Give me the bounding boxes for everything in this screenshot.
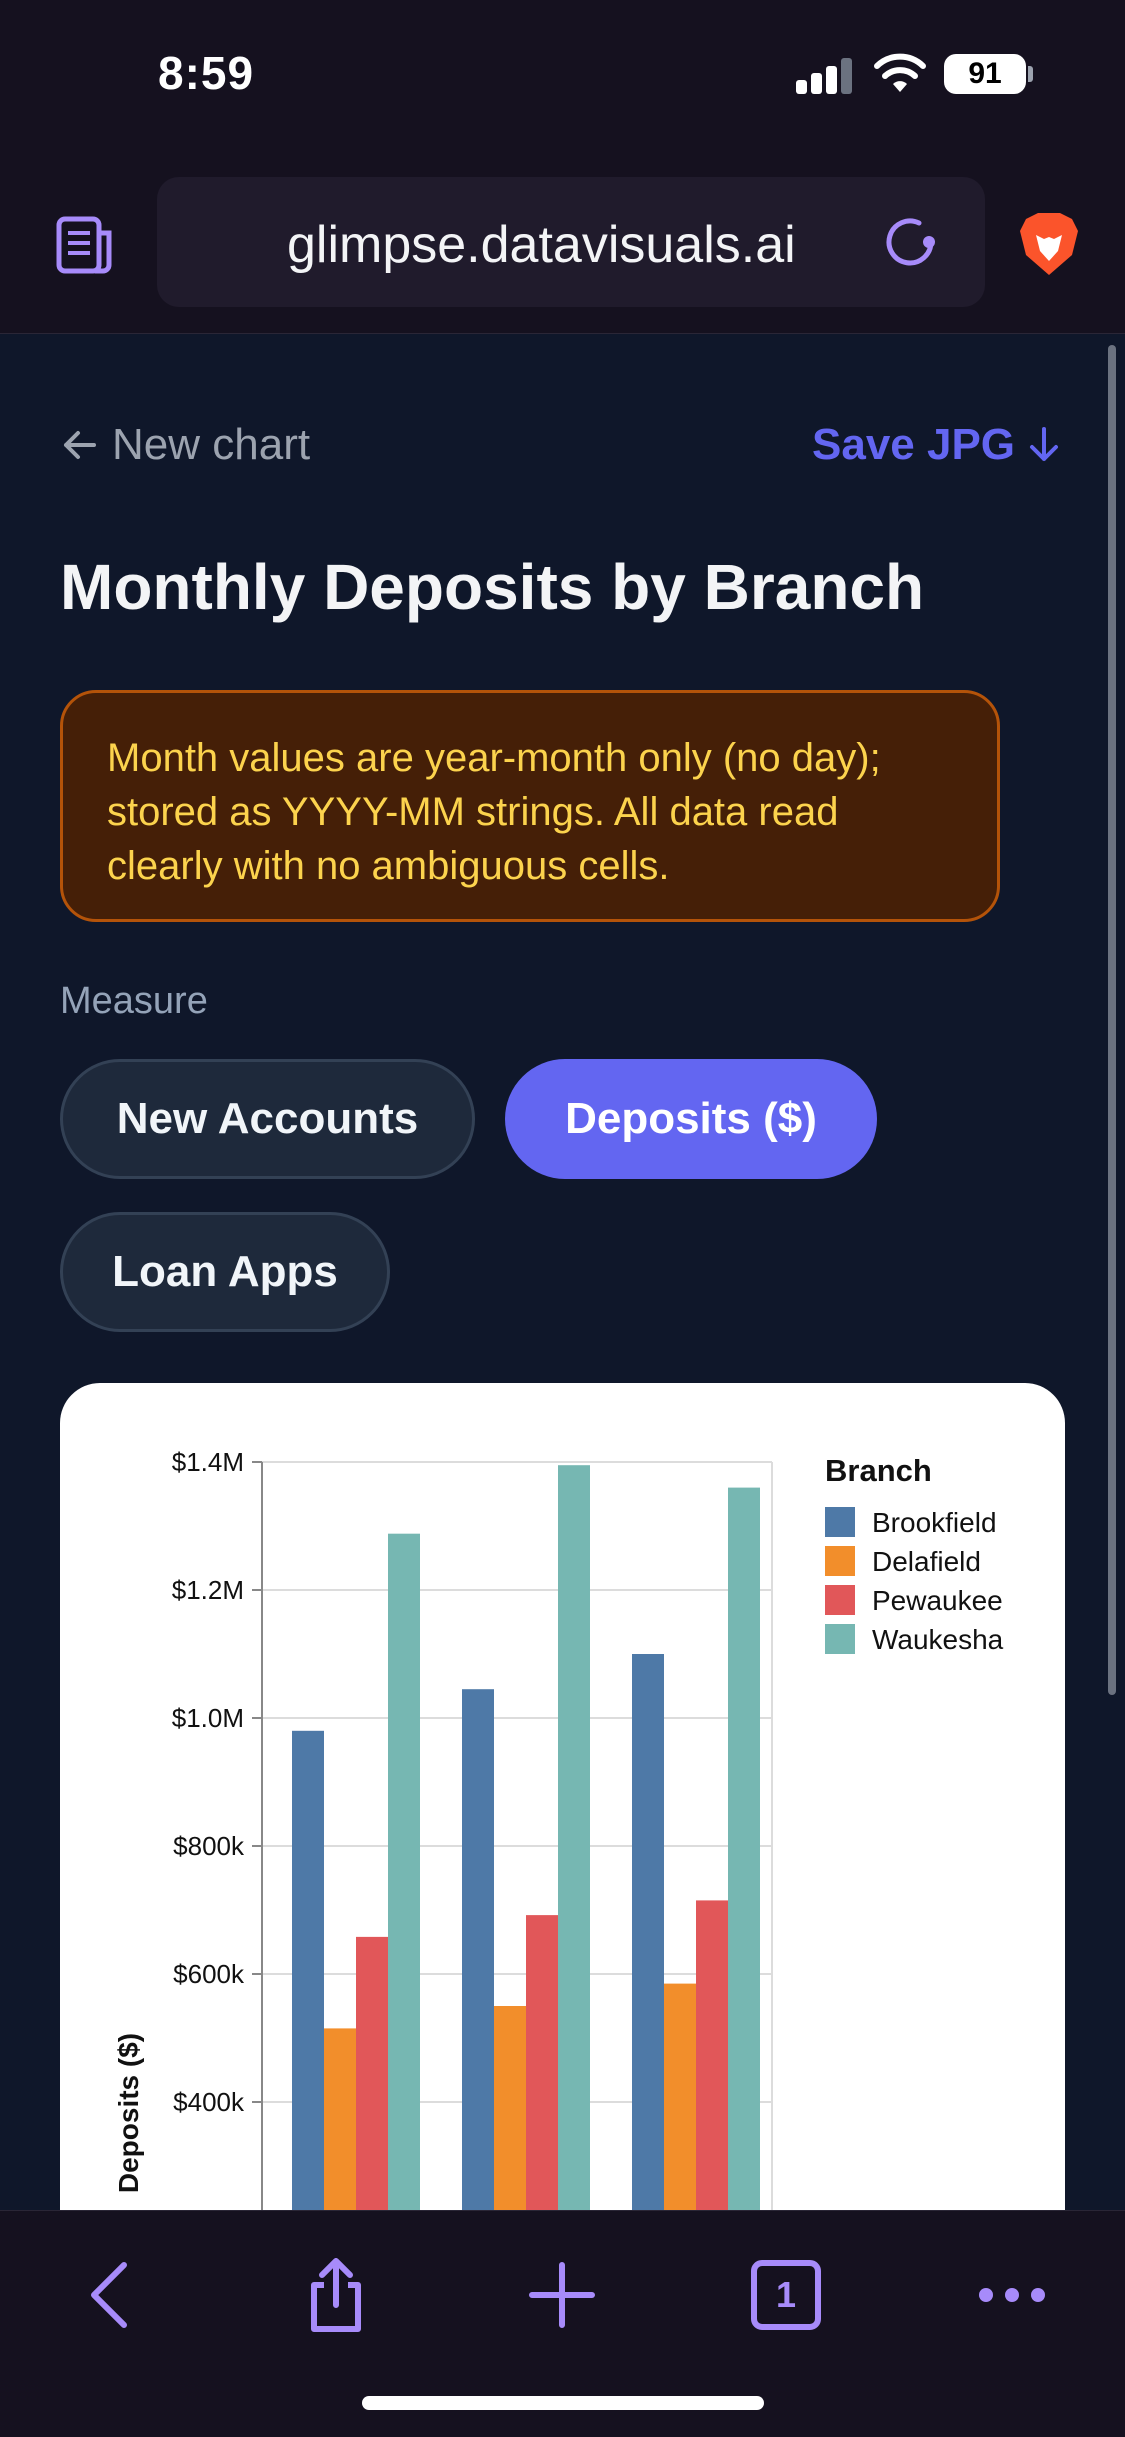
page-scrollbar[interactable] — [1108, 345, 1116, 1695]
legend-label-pewaukee: Pewaukee — [872, 1585, 1003, 1616]
new-chart-link[interactable]: New chart — [60, 420, 310, 470]
browser-top-bar: 8:59 91 glimpse.datavisuals.ai — [0, 0, 1125, 334]
save-jpg-button[interactable]: Save JPG — [812, 420, 1061, 470]
bar-waukesha — [558, 1465, 590, 2283]
bar-brookfield — [632, 1654, 664, 2283]
new-tab-icon[interactable] — [522, 2255, 602, 2335]
reload-icon[interactable] — [879, 211, 941, 273]
bar-brookfield — [292, 1730, 324, 2283]
legend-swatch-pewaukee — [825, 1585, 855, 1615]
legend-swatch-delafield — [825, 1546, 855, 1576]
legend-label-delafield: Delafield — [872, 1546, 981, 1577]
y-tick-label: $600k — [173, 1959, 245, 1989]
share-icon[interactable] — [296, 2255, 376, 2335]
brave-lion-icon[interactable] — [1018, 211, 1080, 277]
deposits-bar-chart: $400k $600k $800k $1.0M $1.2M $1.4M Deposits (… — [113, 1447, 1004, 2283]
y-tick-label: $1.0M — [172, 1703, 244, 1733]
reader-mode-icon[interactable] — [55, 215, 115, 275]
y-tick-label: $1.4M — [172, 1447, 244, 1477]
y-axis-label: Deposits ($) — [113, 2033, 144, 2193]
legend-swatch-waukesha — [825, 1624, 855, 1654]
legend-title: Branch — [825, 1453, 932, 1488]
new-chart-label: New chart — [112, 420, 311, 469]
url-text: glimpse.datavisuals.ai — [287, 216, 796, 274]
save-jpg-label: Save JPG — [812, 420, 1016, 469]
cellular-signal-icon — [796, 58, 854, 94]
bar-brookfield — [462, 1689, 494, 2283]
legend-label-waukesha: Waukesha — [872, 1624, 1004, 1655]
tab-count: 1 — [775, 2274, 797, 2315]
more-icon[interactable] — [972, 2255, 1052, 2335]
chart-card: $400k $600k $800k $1.0M $1.2M $1.4M Deposits (… — [60, 1383, 1065, 2283]
data-note-banner: Month values are year-month only (no day… — [60, 690, 1000, 922]
status-time: 8:59 — [158, 47, 255, 99]
url-bar[interactable]: glimpse.datavisuals.ai — [157, 177, 985, 307]
wifi-icon — [874, 53, 926, 92]
battery-indicator: 91 — [944, 54, 1026, 94]
y-tick-label: $800k — [173, 1831, 245, 1861]
legend-swatch-brookfield — [825, 1507, 855, 1537]
home-indicator — [362, 2396, 764, 2410]
back-icon[interactable] — [72, 2255, 152, 2335]
measure-deposits[interactable]: Deposits ($) — [505, 1059, 877, 1179]
measure-label: Measure — [60, 980, 208, 1022]
measure-loan-apps[interactable]: Loan Apps — [60, 1212, 390, 1332]
measure-new-accounts[interactable]: New Accounts — [60, 1059, 475, 1179]
y-tick-label: $1.2M — [172, 1575, 244, 1605]
arrow-down-icon — [1030, 427, 1059, 461]
battery-nub — [1028, 66, 1033, 82]
bar-waukesha — [388, 1533, 420, 2283]
page-title: Monthly Deposits by Branch — [60, 551, 925, 623]
y-tick-label: $400k — [173, 2087, 245, 2117]
arrow-left-icon — [64, 431, 96, 459]
tabs-button[interactable]: 1 — [746, 2255, 826, 2335]
legend-label-brookfield: Brookfield — [872, 1507, 997, 1538]
bar-waukesha — [728, 1487, 760, 2283]
